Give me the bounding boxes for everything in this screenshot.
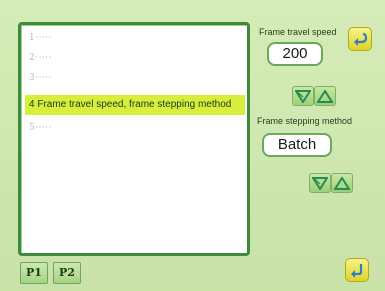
triangle-down-icon [312, 176, 328, 190]
triangle-up-icon [317, 89, 333, 103]
speed-up-button[interactable] [314, 86, 336, 106]
list-item-2[interactable]: 2····· [29, 49, 52, 67]
speed-down-button[interactable] [292, 86, 314, 106]
list-item-1[interactable]: 1····· [29, 29, 52, 47]
list-item-4-selected[interactable]: 4 Frame travel speed, frame stepping met… [25, 95, 245, 115]
list-item-5[interactable]: 5····· [29, 119, 52, 137]
method-down-button[interactable] [309, 173, 331, 193]
tab-p1[interactable]: P1 [20, 262, 48, 284]
method-up-button[interactable] [331, 173, 353, 193]
return-button[interactable] [348, 27, 372, 51]
triangle-up-icon [334, 176, 350, 190]
frame-stepping-method-value[interactable]: Batch [262, 133, 332, 157]
return-arrow-icon [354, 32, 368, 46]
enter-arrow-icon [351, 264, 363, 278]
item-list-panel: 1····· 2····· 3····· 4 Frame travel spee… [18, 22, 250, 256]
enter-button[interactable] [345, 258, 369, 282]
list-item-3[interactable]: 3····· [29, 69, 52, 87]
frame-travel-speed-value[interactable]: 200 [267, 42, 323, 66]
triangle-down-icon [295, 89, 311, 103]
tab-p2[interactable]: P2 [53, 262, 81, 284]
frame-travel-speed-label: Frame travel speed [259, 27, 337, 37]
screen: 1····· 2····· 3····· 4 Frame travel spee… [0, 0, 385, 291]
frame-stepping-method-label: Frame stepping method [257, 116, 353, 126]
